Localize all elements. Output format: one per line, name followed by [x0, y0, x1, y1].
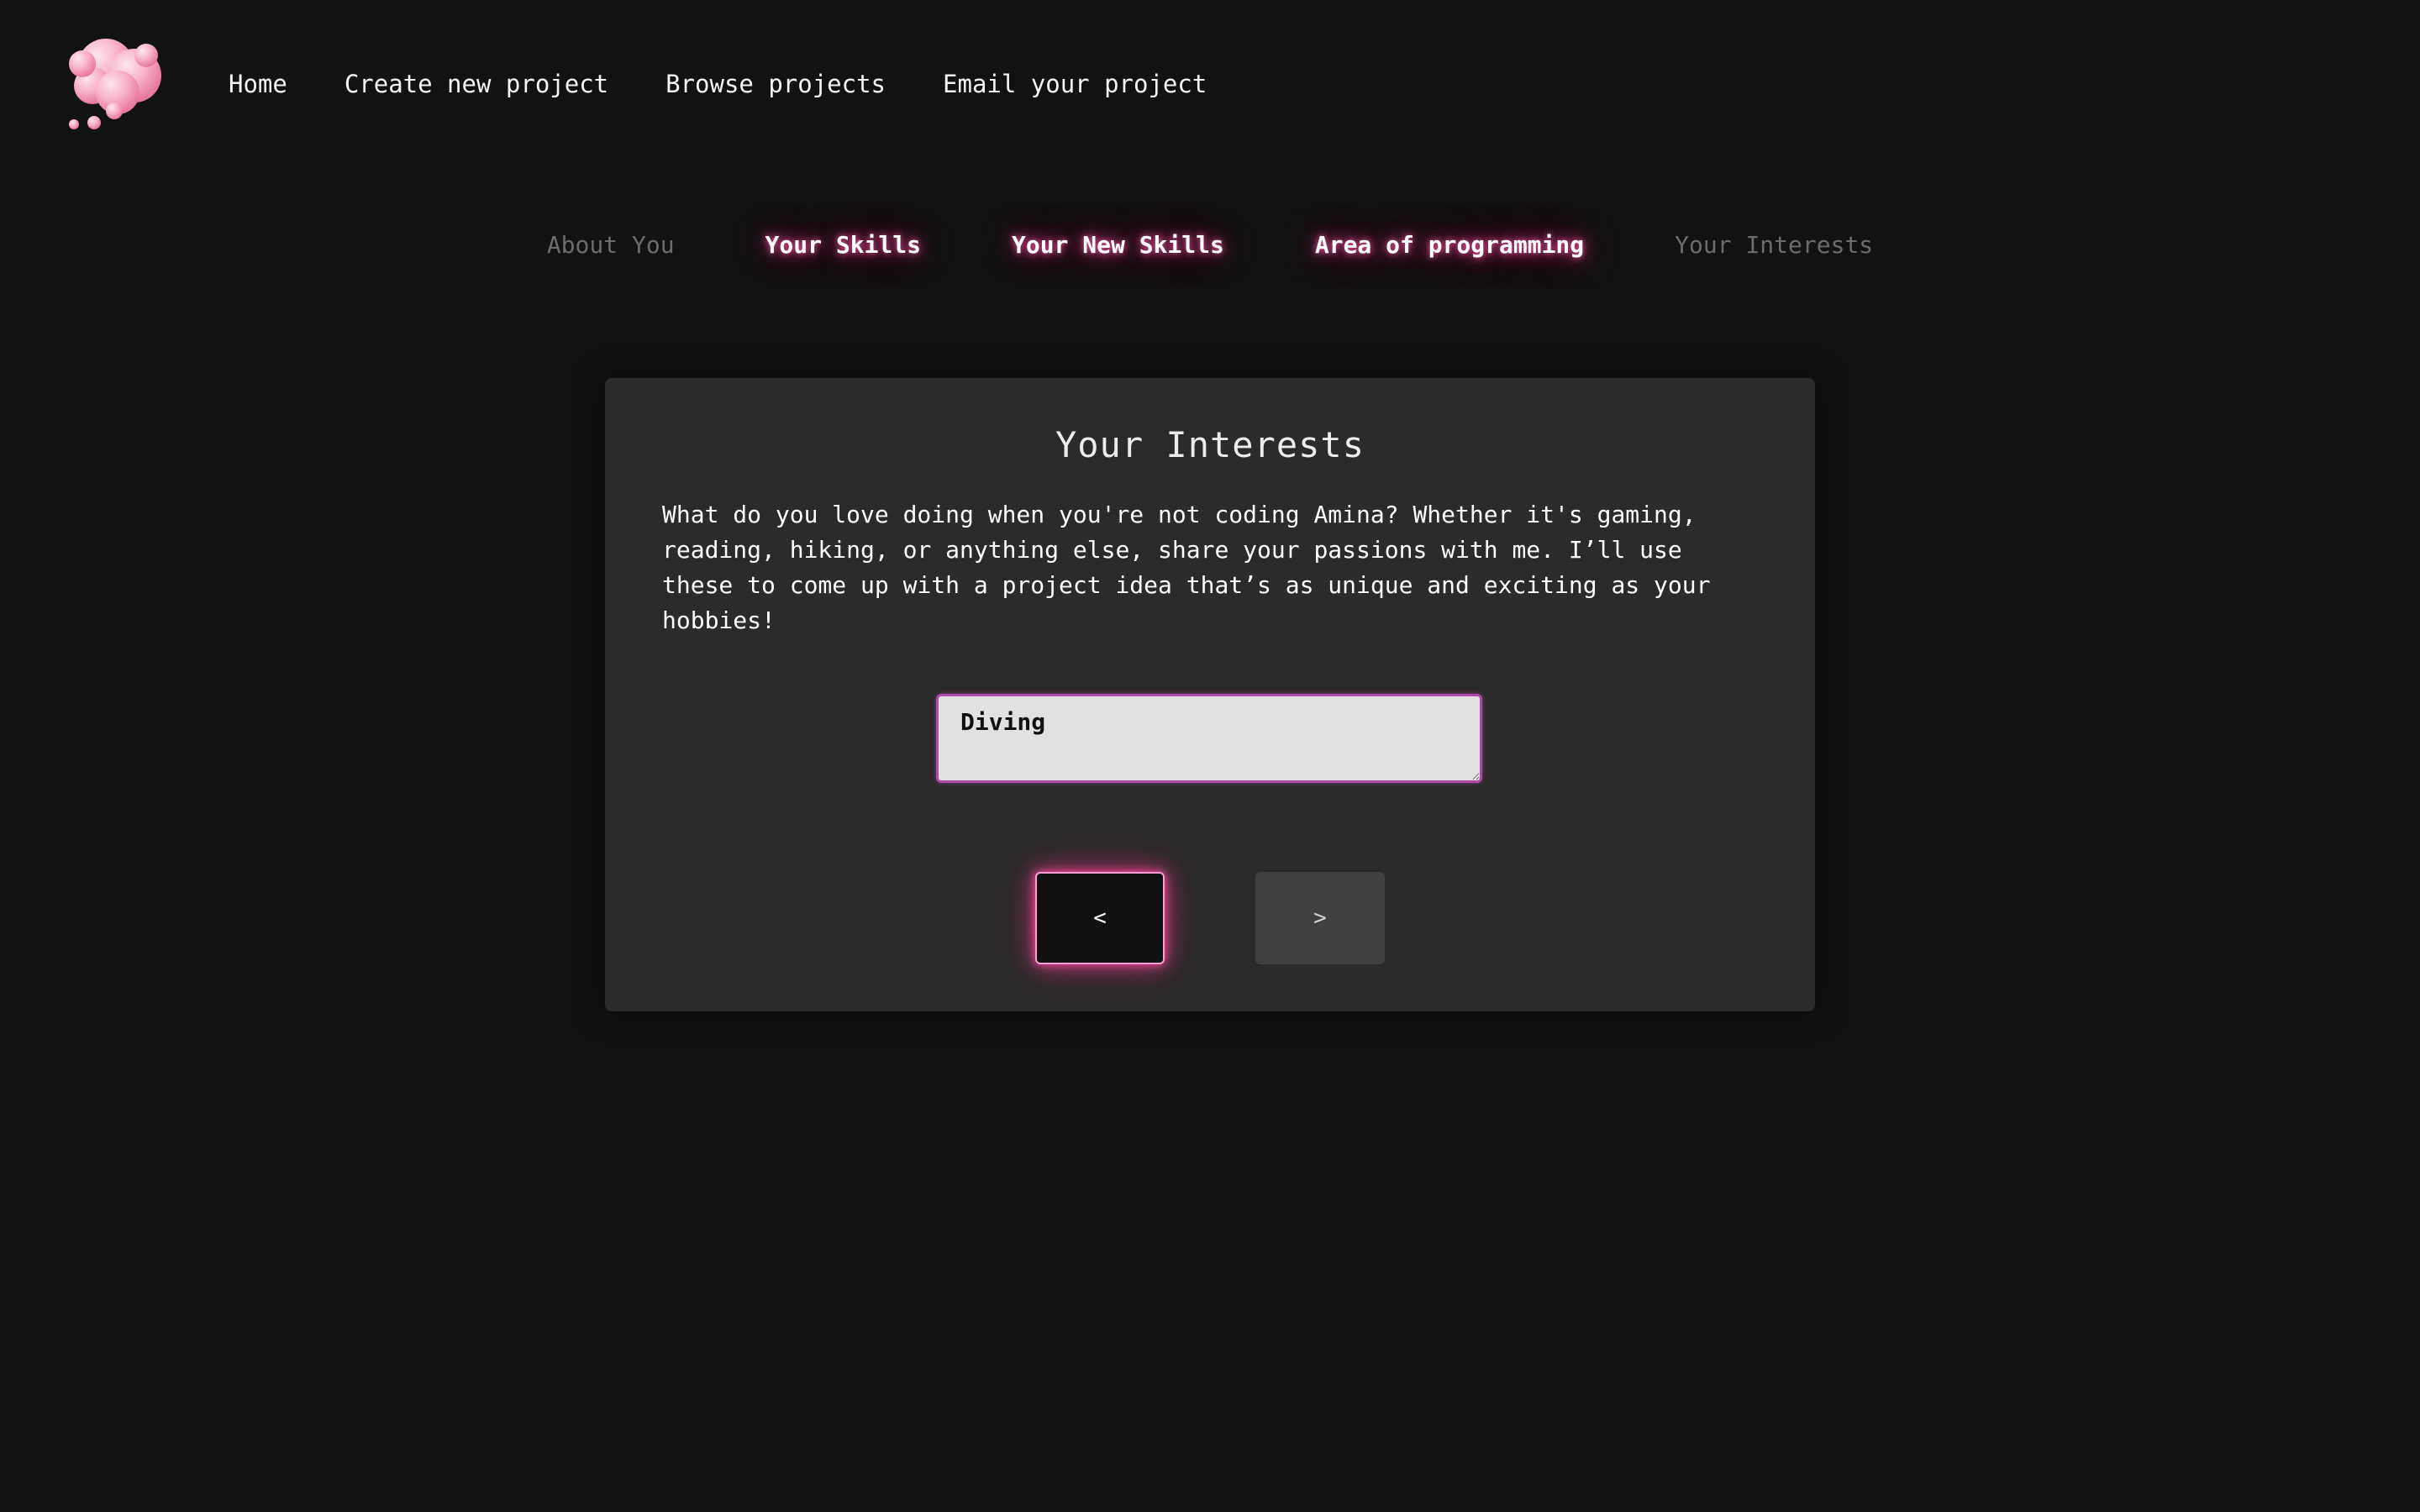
- interests-card: Your Interests What do you love doing wh…: [605, 378, 1815, 1011]
- main-nav: Home Create new project Browse projects …: [229, 66, 1207, 102]
- nav-create-project-link[interactable]: Create new project: [345, 66, 608, 102]
- step-your-new-skills[interactable]: Your New Skills: [1012, 227, 1224, 264]
- step-area-of-programming[interactable]: Area of programming: [1315, 227, 1584, 264]
- step-your-skills[interactable]: Your Skills: [765, 227, 921, 264]
- step-about-you[interactable]: About You: [547, 227, 675, 264]
- step-progress: About You Your Skills Your New Skills Ar…: [0, 227, 2420, 264]
- nav-browse-projects-link[interactable]: Browse projects: [666, 66, 886, 102]
- nav-home-link[interactable]: Home: [229, 66, 287, 102]
- top-bar: Home Create new project Browse projects …: [0, 0, 2420, 168]
- step-your-interests[interactable]: Your Interests: [1675, 227, 1873, 264]
- interests-input[interactable]: Diving: [936, 694, 1482, 783]
- thought-cloud-logo-icon[interactable]: [59, 30, 173, 138]
- back-button[interactable]: <: [1035, 872, 1165, 964]
- nav-email-project-link[interactable]: Email your project: [943, 66, 1207, 102]
- card-title: Your Interests: [1055, 424, 1365, 465]
- card-description: What do you love doing when you're not c…: [662, 501, 1711, 634]
- next-button[interactable]: >: [1255, 872, 1385, 964]
